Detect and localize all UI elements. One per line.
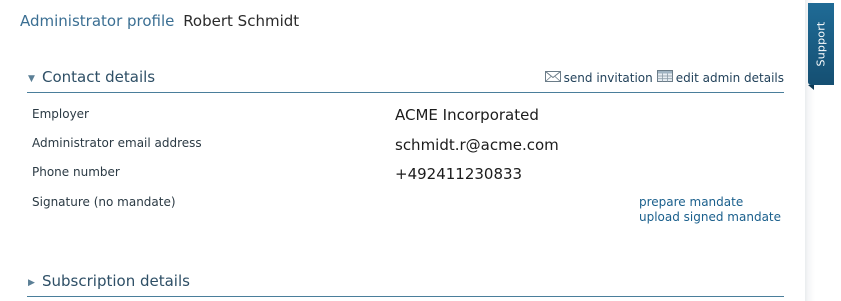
contact-details-header[interactable]: ▼ Contact details send invitation edit a… [27, 66, 784, 93]
envelope-icon [544, 70, 561, 85]
send-invitation-link[interactable]: send invitation [544, 70, 653, 85]
employer-value: ACME Incorporated [395, 106, 539, 124]
contact-details-title[interactable]: Contact details [42, 68, 155, 86]
contact-actions: send invitation edit admin details [544, 70, 784, 85]
phone-number-value: +492411230833 [395, 165, 523, 183]
signature-label: Signature (no mandate) [32, 195, 176, 209]
admin-profile-page: Administrator profile Robert Schmidt ▼ C… [0, 0, 841, 301]
admin-email-label: Administrator email address [32, 136, 202, 150]
caret-down-icon[interactable]: ▼ [28, 74, 35, 84]
page-title: Administrator profile Robert Schmidt [20, 12, 299, 30]
subscription-details-header[interactable]: ▶ Subscription details [27, 270, 784, 297]
employer-label: Employer [32, 107, 89, 121]
main-content: Administrator profile Robert Schmidt ▼ C… [0, 0, 805, 301]
support-tab-label[interactable]: Support [815, 22, 828, 67]
support-tab[interactable]: Support [808, 3, 834, 90]
admin-email-value: schmidt.r@acme.com [395, 136, 559, 154]
phone-number-label: Phone number [32, 165, 120, 179]
admin-name: Robert Schmidt [183, 12, 300, 30]
subscription-details-title[interactable]: Subscription details [42, 272, 190, 290]
upload-signed-mandate-link[interactable]: upload signed mandate [639, 210, 781, 224]
page-title-label: Administrator profile [20, 12, 175, 30]
prepare-mandate-link[interactable]: prepare mandate [639, 195, 743, 209]
send-invitation-label[interactable]: send invitation [564, 71, 653, 85]
table-icon [656, 70, 673, 85]
caret-right-icon[interactable]: ▶ [28, 278, 35, 288]
edit-admin-details-label[interactable]: edit admin details [676, 71, 784, 85]
edit-admin-details-link[interactable]: edit admin details [656, 70, 784, 85]
